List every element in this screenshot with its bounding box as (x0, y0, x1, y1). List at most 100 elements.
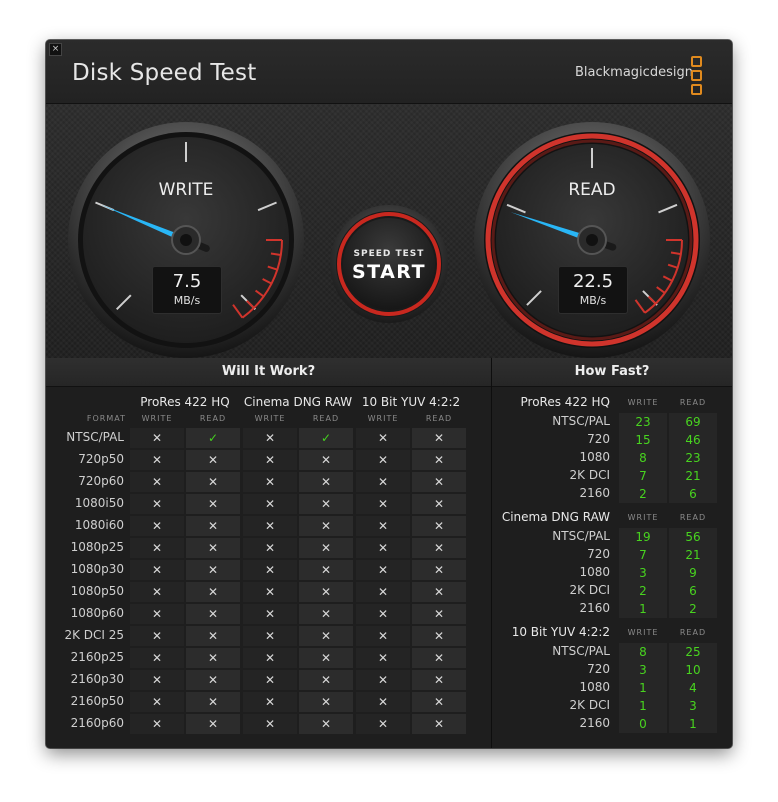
how-fast-read-header: READ (679, 398, 707, 407)
cross-icon: ✕ (412, 604, 466, 624)
how-fast-read-header: READ (679, 513, 707, 522)
how-fast-format-label: 720 (587, 432, 610, 446)
cross-icon: ✕ (130, 626, 184, 646)
format-row-label: 1080i60 (74, 518, 124, 532)
how-fast-read-value: 9 (669, 564, 717, 582)
start-button-caption: SPEED TEST (353, 249, 425, 259)
write-column-header: WRITE (254, 414, 286, 423)
how-fast-codec-title: 10 Bit YUV 4:2:2 (511, 625, 610, 639)
cross-icon: ✕ (356, 626, 410, 646)
cross-icon: ✕ (186, 560, 240, 580)
cross-icon: ✕ (186, 692, 240, 712)
read-readout: 22.5 MB/s (558, 266, 628, 314)
cross-icon: ✕ (243, 648, 297, 668)
cross-icon: ✕ (356, 516, 410, 536)
how-fast-write-value: 1 (619, 600, 667, 618)
cross-icon: ✕ (356, 560, 410, 580)
cross-icon: ✕ (243, 670, 297, 690)
cross-icon: ✕ (356, 472, 410, 492)
cross-icon: ✕ (299, 582, 353, 602)
write-gauge-label: WRITE (158, 180, 214, 200)
how-fast-read-value: 25 (669, 643, 717, 661)
codec-title: ProRes 422 HQ (140, 395, 230, 409)
cross-icon: ✕ (299, 626, 353, 646)
format-row-label: 720p50 (78, 452, 124, 466)
read-speed-value: 22.5 (572, 271, 614, 292)
cross-icon: ✕ (186, 494, 240, 514)
cross-icon: ✕ (412, 538, 466, 558)
how-fast-write-header: WRITE (627, 398, 659, 407)
format-header: FORMAT (86, 414, 126, 423)
how-fast-codec-title: Cinema DNG RAW (501, 510, 610, 524)
cross-icon: ✕ (130, 472, 184, 492)
cross-icon: ✕ (299, 648, 353, 668)
cross-icon: ✕ (243, 516, 297, 536)
cross-icon: ✕ (299, 604, 353, 624)
how-fast-write-header: WRITE (627, 513, 659, 522)
write-gauge (68, 122, 304, 358)
cross-icon: ✕ (186, 472, 240, 492)
cross-icon: ✕ (412, 428, 466, 448)
check-icon: ✓ (186, 428, 240, 448)
cross-icon: ✕ (243, 472, 297, 492)
start-button[interactable]: SPEED TEST START (329, 204, 449, 324)
how-fast-panel: How Fast? ProRes 422 HQ WRITE READ NTSC/PAL… (492, 358, 732, 748)
how-fast-format-label: 2160 (579, 486, 610, 500)
how-fast-read-value: 10 (669, 661, 717, 679)
cross-icon: ✕ (243, 714, 297, 734)
read-column-header: READ (199, 414, 227, 423)
cross-icon: ✕ (356, 494, 410, 514)
cross-icon: ✕ (299, 472, 353, 492)
cross-icon: ✕ (130, 692, 184, 712)
how-fast-format-label: NTSC/PAL (552, 644, 610, 658)
read-gauge-label: READ (568, 180, 616, 200)
cross-icon: ✕ (186, 538, 240, 558)
cross-icon: ✕ (299, 538, 353, 558)
how-fast-write-value: 15 (619, 431, 667, 449)
how-fast-read-value: 69 (669, 413, 717, 431)
how-fast-format-label: NTSC/PAL (552, 414, 610, 428)
cross-icon: ✕ (412, 560, 466, 580)
how-fast-format-label: 2K DCI (569, 468, 610, 482)
how-fast-write-value: 7 (619, 546, 667, 564)
cross-icon: ✕ (412, 670, 466, 690)
format-row-label: 1080i50 (74, 496, 124, 510)
cross-icon: ✕ (130, 428, 184, 448)
how-fast-read-value: 2 (669, 600, 717, 618)
cross-icon: ✕ (412, 692, 466, 712)
how-fast-format-label: 1080 (579, 680, 610, 694)
cross-icon: ✕ (412, 648, 466, 668)
format-row-label: 1080p30 (70, 562, 124, 576)
cross-icon: ✕ (186, 648, 240, 668)
brand-logo-icon (691, 56, 702, 95)
cross-icon: ✕ (412, 450, 466, 470)
how-fast-write-value: 23 (619, 413, 667, 431)
will-it-work-panel: Will It Work? ProRes 422 HQ Cinema DNG RA… (46, 358, 492, 748)
cross-icon: ✕ (356, 428, 410, 448)
check-icon: ✓ (299, 428, 353, 448)
how-fast-write-value: 0 (619, 715, 667, 733)
format-row-label: 2160p60 (70, 716, 124, 730)
format-row-label: 1080p60 (70, 606, 124, 620)
brand-name: Blackmagicdesign (575, 65, 693, 80)
cross-icon: ✕ (186, 714, 240, 734)
close-button[interactable]: × (49, 43, 62, 56)
how-fast-write-value: 3 (619, 661, 667, 679)
cross-icon: ✕ (356, 604, 410, 624)
how-fast-format-label: 2160 (579, 601, 610, 615)
cross-icon: ✕ (356, 670, 410, 690)
cross-icon: ✕ (356, 538, 410, 558)
cross-icon: ✕ (299, 450, 353, 470)
how-fast-format-label: 2160 (579, 716, 610, 730)
cross-icon: ✕ (130, 560, 184, 580)
cross-icon: ✕ (243, 450, 297, 470)
how-fast-read-value: 3 (669, 697, 717, 715)
title-bar: × Disk Speed Test Blackmagicdesign (46, 40, 732, 104)
how-fast-read-value: 46 (669, 431, 717, 449)
format-row-label: 2K DCI 25 (64, 628, 124, 642)
format-row-label: 2160p50 (70, 694, 124, 708)
how-fast-read-header: READ (679, 628, 707, 637)
how-fast-format-label: 1080 (579, 450, 610, 464)
how-fast-write-value: 2 (619, 582, 667, 600)
cross-icon: ✕ (130, 604, 184, 624)
